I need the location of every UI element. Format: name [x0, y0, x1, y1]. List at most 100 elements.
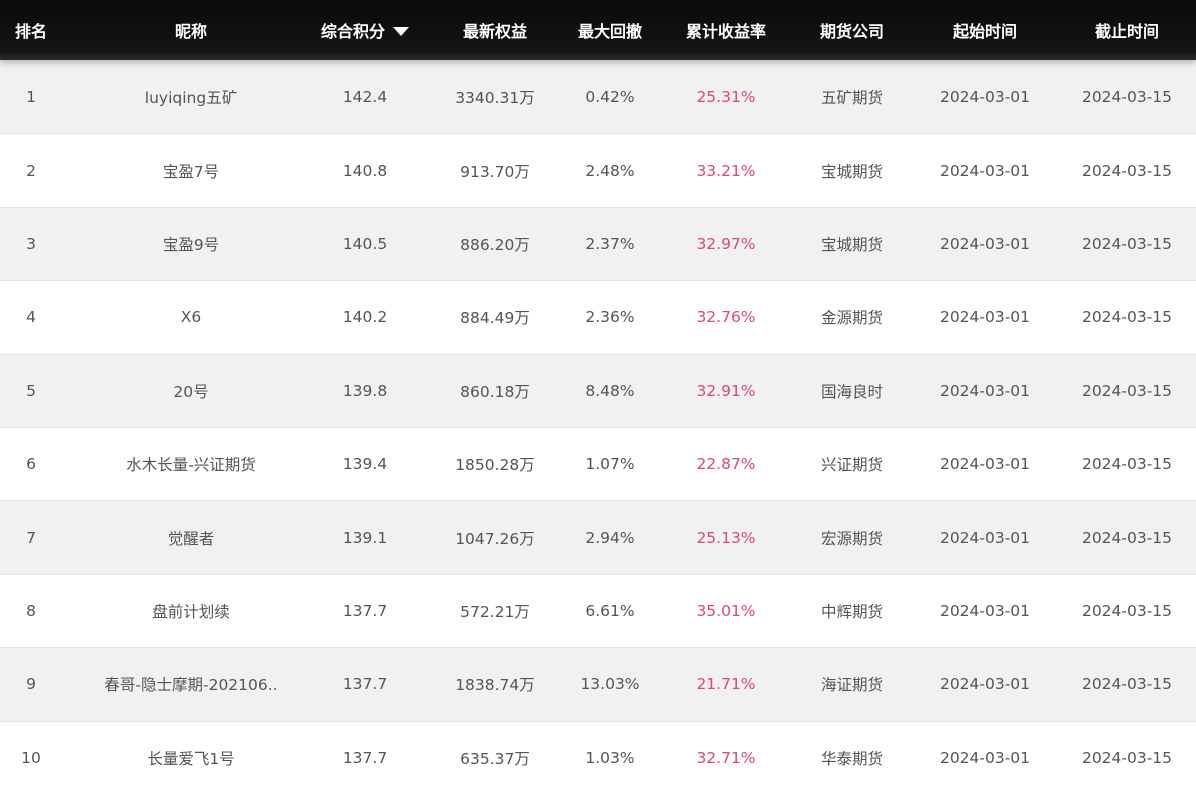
table-row[interactable]: 6 水木长量-兴证期货 139.4 1850.28万 1.07% 22.87% 兴证期货 20… — [0, 426, 1196, 501]
row-score: 139.4 — [342, 455, 388, 474]
header-company[interactable]: 期货公司 — [792, 0, 912, 60]
row-nickname: luyiqing五矿 — [144, 88, 238, 107]
row-return-rate: 32.91% — [696, 381, 756, 400]
row-return-rate: 32.97% — [696, 234, 756, 253]
table-header: 排名 昵称 综合积分 最新权益 最大回撤 累计收益率 期货公司 起始时间 截止时… — [0, 0, 1196, 60]
row-company: 兴证期货 — [820, 456, 883, 475]
table-body: 1 luyiqing五矿 142.4 3340.31万 0.42% 25.31% 五矿期货 2… — [0, 60, 1196, 794]
row-return-rate: 25.31% — [696, 87, 756, 106]
row-equity: 1047.26万 — [455, 529, 535, 548]
row-start-date: 2024-03-01 — [939, 308, 1031, 327]
row-drawdown: 8.48% — [585, 381, 635, 400]
table-row[interactable]: 3 宝盈9号 140.5 886.20万 2.37% 32.97% 宝城期货 2024-03-… — [0, 206, 1196, 281]
row-score: 137.7 — [342, 675, 388, 694]
row-start-date: 2024-03-01 — [939, 601, 1031, 620]
row-rank: 1 — [26, 87, 36, 106]
row-end-date: 2024-03-15 — [1081, 308, 1173, 327]
header-score[interactable]: 综合积分 — [300, 0, 430, 60]
row-company: 海证期货 — [820, 676, 883, 695]
row-equity: 884.49万 — [460, 309, 530, 328]
row-drawdown: 2.37% — [585, 234, 635, 253]
row-start-date: 2024-03-01 — [939, 87, 1031, 106]
row-company: 华泰期货 — [820, 749, 883, 768]
row-end-date: 2024-03-15 — [1081, 161, 1173, 180]
header-equity[interactable]: 最新权益 — [430, 0, 560, 60]
row-company: 金源期货 — [820, 309, 883, 328]
row-end-date: 2024-03-15 — [1081, 455, 1173, 474]
row-end-date: 2024-03-15 — [1081, 528, 1173, 547]
row-equity: 1850.28万 — [455, 456, 535, 475]
row-return-rate: 21.71% — [696, 675, 756, 694]
row-rank: 10 — [21, 748, 41, 767]
row-nickname: 宝盈7号 — [162, 162, 220, 181]
row-return-rate: 22.87% — [696, 455, 756, 474]
row-company: 宝城期货 — [820, 162, 883, 181]
header-drawdown[interactable]: 最大回撤 — [560, 0, 660, 60]
row-drawdown: 2.36% — [585, 308, 635, 327]
row-drawdown: 2.48% — [585, 161, 635, 180]
row-nickname: X6 — [180, 308, 202, 327]
row-nickname: 20号 — [173, 382, 209, 401]
row-nickname: 盘前计划续 — [152, 602, 230, 621]
row-equity: 572.21万 — [460, 602, 530, 621]
row-rank: 7 — [26, 528, 36, 547]
row-equity: 3340.31万 — [455, 88, 535, 107]
row-return-rate: 32.76% — [696, 308, 756, 327]
chevron-down-icon[interactable] — [393, 26, 409, 36]
row-start-date: 2024-03-01 — [939, 455, 1031, 474]
table-row[interactable]: 8 盘前计划续 137.7 572.21万 6.61% 35.01% 中辉期货 2024-03… — [0, 573, 1196, 648]
ranking-table: 排名 昵称 综合积分 最新权益 最大回撤 累计收益率 期货公司 起始时间 截止时… — [0, 0, 1196, 794]
row-equity: 886.20万 — [460, 235, 530, 254]
row-rank: 4 — [26, 308, 36, 327]
row-return-rate: 25.13% — [696, 528, 756, 547]
row-score: 137.7 — [342, 601, 388, 620]
row-equity: 860.18万 — [460, 382, 530, 401]
row-score: 137.7 — [342, 748, 388, 767]
row-rank: 6 — [26, 455, 36, 474]
row-drawdown: 6.61% — [585, 601, 635, 620]
row-company: 五矿期货 — [820, 88, 883, 107]
row-return-rate: 35.01% — [696, 601, 756, 620]
row-score: 139.1 — [342, 528, 388, 547]
row-return-rate: 33.21% — [696, 161, 756, 180]
row-nickname: 觉醒者 — [167, 529, 215, 548]
row-start-date: 2024-03-01 — [939, 161, 1031, 180]
row-drawdown: 1.07% — [585, 455, 635, 474]
header-start-date[interactable]: 起始时间 — [912, 0, 1058, 60]
row-drawdown: 0.42% — [585, 87, 635, 106]
row-score: 140.5 — [342, 234, 388, 253]
table-row[interactable]: 10 长量爱飞1号 137.7 635.37万 1.03% 32.71% 华泰期货 2024-… — [0, 720, 1196, 794]
row-end-date: 2024-03-15 — [1081, 87, 1173, 106]
row-drawdown: 13.03% — [580, 675, 640, 694]
row-start-date: 2024-03-01 — [939, 234, 1031, 253]
header-return-rate[interactable]: 累计收益率 — [660, 0, 792, 60]
row-company: 宝城期货 — [820, 235, 883, 254]
header-rank[interactable]: 排名 — [0, 0, 62, 60]
table-row[interactable]: 4 X6 140.2 884.49万 2.36% 32.76% 金源期货 2024-03-01… — [0, 280, 1196, 354]
row-start-date: 2024-03-01 — [939, 748, 1031, 767]
table-row[interactable]: 5 20号 139.8 860.18万 8.48% 32.91% 国海良时 2024-03-0… — [0, 353, 1196, 427]
table-row[interactable]: 1 luyiqing五矿 142.4 3340.31万 0.42% 25.31% 五矿期货 2… — [0, 60, 1196, 134]
row-end-date: 2024-03-15 — [1081, 601, 1173, 620]
row-end-date: 2024-03-15 — [1081, 748, 1173, 767]
row-score: 140.8 — [342, 161, 388, 180]
row-rank: 3 — [26, 234, 36, 253]
row-equity: 635.37万 — [460, 749, 530, 768]
row-end-date: 2024-03-15 — [1081, 381, 1173, 400]
header-end-date[interactable]: 截止时间 — [1058, 0, 1196, 60]
row-company: 中辉期货 — [820, 602, 883, 621]
row-drawdown: 1.03% — [585, 748, 635, 767]
row-nickname: 春哥-隐士摩期-202106.. — [104, 676, 278, 695]
row-equity: 913.70万 — [460, 162, 530, 181]
row-end-date: 2024-03-15 — [1081, 234, 1173, 253]
row-start-date: 2024-03-01 — [939, 381, 1031, 400]
header-score-label: 综合积分 — [320, 22, 385, 41]
header-nickname[interactable]: 昵称 — [82, 0, 300, 60]
row-end-date: 2024-03-15 — [1081, 675, 1173, 694]
row-start-date: 2024-03-01 — [939, 675, 1031, 694]
table-row[interactable]: 2 宝盈7号 140.8 913.70万 2.48% 33.21% 宝城期货 2024-03-… — [0, 133, 1196, 207]
table-row[interactable]: 9 春哥-隐士摩期-202106.. 137.7 1838.74万 13.03% 21.7… — [0, 647, 1196, 721]
row-score: 142.4 — [342, 87, 388, 106]
table-row[interactable]: 7 觉醒者 139.1 1047.26万 2.94% 25.13% 宏源期货 2024-03-… — [0, 500, 1196, 574]
row-nickname: 宝盈9号 — [162, 235, 220, 254]
